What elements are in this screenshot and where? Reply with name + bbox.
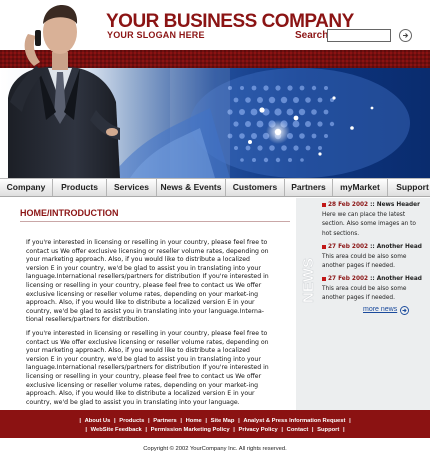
footer-link-partners[interactable]: Partners [153,418,177,424]
footer: | About Us | Products | Partners | Home … [0,410,430,438]
nav-services[interactable]: Services [107,179,157,196]
news-head: News Header [376,202,420,208]
footer-link-products[interactable]: Products [119,418,144,424]
footer-link-support[interactable]: Support [317,427,339,433]
nav-news-events[interactable]: News & Events [157,179,226,196]
news-date: 28 Feb 2002 [328,202,369,208]
arrow-right-icon [403,33,409,38]
news-body: This area could be also some another pag… [322,253,407,270]
bullet-icon [322,244,326,249]
more-news-link[interactable]: more news [363,306,397,313]
bullet-icon [322,202,326,207]
news-date: 27 Feb 2002 [328,276,369,282]
bullet-icon [322,276,326,281]
search-go-icon[interactable] [399,29,412,42]
nav-customers[interactable]: Customers [226,179,285,196]
footer-link-feedback[interactable]: WebSite Feedback [91,427,142,433]
news-body: Here we can place the latest section. Al… [322,211,416,237]
footer-links-row-2: | WebSite Feedback | Permission Marketin… [0,427,430,433]
news-body: This area could be also some another pag… [322,285,407,302]
footer-link-permission[interactable]: Permission Marketing Policy [151,427,230,433]
footer-sep: | [113,418,116,424]
news-separator: :: [368,276,377,282]
news-head: Another Head [376,244,422,250]
news-vertical-text: NEWS [300,258,317,303]
copyright: Copyright © 2002 YourCompany Inc. All ri… [143,446,287,452]
footer-link-contact[interactable]: Contact [287,427,309,433]
title-divider [20,221,290,222]
search-input[interactable] [327,29,391,42]
footer-sep: | [147,418,150,424]
footer-sep: | [238,418,240,424]
news-item[interactable]: 28 Feb 2002 :: News Header Here we can p… [322,201,426,239]
footer-sep: | [85,427,88,433]
footer-link-privacy[interactable]: Privacy Policy [238,427,277,433]
company-name: YOUR BUSINESS COMPANY [106,11,354,32]
footer-sep: | [281,427,284,433]
nav-products[interactable]: Products [53,179,107,196]
footer-link-press[interactable]: Analyst & Press Information Request [243,418,345,424]
footer-link-sitemap[interactable]: Site Map [211,418,235,424]
more-news-arrow-icon[interactable] [400,306,409,315]
page-title: HOME/INTRODUCTION [20,208,119,218]
footer-sep: | [349,418,351,424]
news-vertical-label: NEWS [300,258,318,304]
page: YOUR BUSINESS COMPANY YOUR SLOGAN HERE S… [0,0,430,459]
footer-sep: | [311,427,314,433]
footer-link-about[interactable]: About Us [85,418,111,424]
footer-link-home[interactable]: Home [186,418,202,424]
footer-sep: | [79,418,81,424]
news-item[interactable]: 27 Feb 2002 :: Another Head This area co… [322,275,426,304]
news-date: 27 Feb 2002 [328,244,369,250]
main-navigation: Company Products Services News & Events … [0,178,430,197]
news-item[interactable]: 27 Feb 2002 :: Another Head This area co… [322,243,426,272]
nav-mymarket[interactable]: myMarket [333,179,388,196]
nav-company[interactable]: Company [0,179,53,196]
businessman-photo [8,5,120,178]
intro-paragraph-2: If you're interested in licensing or res… [26,330,269,406]
news-head: Another Head [376,276,422,282]
footer-sep: | [145,427,148,433]
intro-paragraph-1: If you're interested in licensing or res… [26,239,269,324]
news-separator: :: [368,202,377,208]
footer-sep: | [205,418,207,424]
footer-sep: | [180,418,182,424]
footer-sep: | [233,427,235,433]
search-label: Search [295,30,329,41]
footer-sep: | [342,427,345,433]
company-slogan: YOUR SLOGAN HERE [107,30,205,40]
nav-partners[interactable]: Partners [285,179,333,196]
nav-support[interactable]: Support [388,179,430,196]
footer-links-row-1: | About Us | Products | Partners | Home … [0,418,430,424]
news-separator: :: [368,244,377,250]
